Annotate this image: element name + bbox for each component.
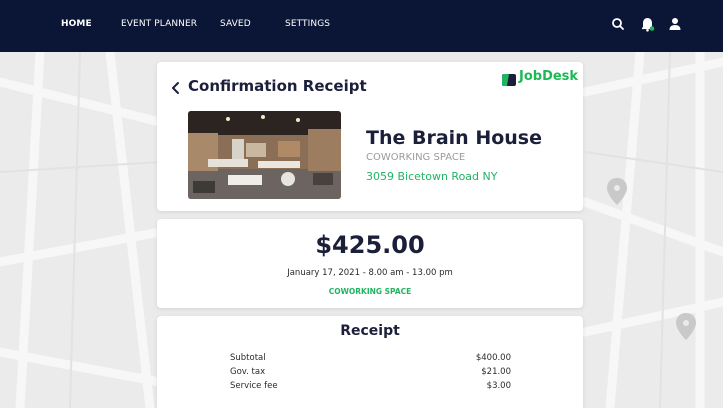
brand-mark-icon — [502, 71, 516, 86]
venue-summary-card: Confirmation Receipt JobDesk The Brain H… — [157, 62, 583, 211]
receipt-row: Subtotal $400.00 — [230, 353, 511, 365]
page-title: Confirmation Receipt — [188, 77, 367, 95]
user-icon[interactable] — [666, 14, 684, 34]
nav-home[interactable]: HOME — [61, 19, 92, 29]
nav-saved[interactable]: SAVED — [220, 19, 251, 29]
nav-settings[interactable]: SETTINGS — [285, 19, 330, 29]
receipt-title: Receipt — [340, 323, 400, 339]
receipt-row-amount: $3.00 — [486, 381, 511, 391]
brand-name: JobDesk — [519, 69, 579, 84]
total-price: $425.00 — [315, 231, 425, 259]
booking-datetime: January 17, 2021 - 8.00 am - 13.00 pm — [287, 268, 453, 278]
venue-photo — [188, 111, 341, 199]
booking-price-card: $425.00 January 17, 2021 - 8.00 am - 13.… — [157, 219, 583, 308]
receipt-card: Receipt Subtotal $400.00 Gov. tax $21.00… — [157, 316, 583, 408]
top-navigation-bar: HOME EVENT PLANNER SAVED SETTINGS — [0, 0, 723, 52]
venue-address[interactable]: 3059 Bicetown Road NY — [366, 170, 497, 183]
receipt-row-label: Subtotal — [230, 353, 266, 363]
space-type-label: COWORKING SPACE — [328, 287, 412, 296]
notification-bell-icon[interactable] — [639, 14, 657, 34]
back-arrow-icon[interactable] — [169, 80, 183, 96]
receipt-row-label: Gov. tax — [230, 367, 266, 377]
venue-name: The Brain House — [366, 127, 542, 149]
receipt-row: Service fee $3.00 — [230, 381, 511, 393]
receipt-row-amount: $400.00 — [475, 353, 511, 363]
map-pin-icon[interactable] — [676, 313, 696, 340]
nav-event-planner[interactable]: EVENT PLANNER — [121, 19, 197, 29]
receipt-row-amount: $21.00 — [481, 367, 511, 377]
search-icon[interactable] — [609, 14, 627, 34]
receipt-row-label: Service fee — [230, 381, 278, 391]
receipt-row: Gov. tax $21.00 — [230, 367, 511, 379]
venue-type-label: COWORKING SPACE — [366, 152, 466, 163]
